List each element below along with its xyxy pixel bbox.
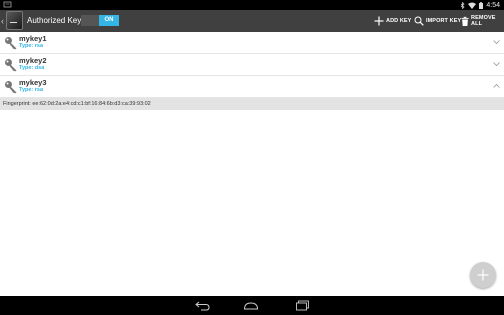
import-key-button[interactable]: IMPORT KEY: [414, 14, 461, 28]
key-icon: [5, 81, 17, 94]
list-item[interactable]: mykey1 Type: rsa: [0, 32, 504, 54]
key-list: mykey1 Type: rsa mykey2 Type: dsa mykey3…: [0, 32, 504, 296]
key-icon: [5, 59, 17, 72]
battery-icon: [479, 1, 484, 9]
search-icon: [414, 16, 424, 26]
app-icon[interactable]: [6, 11, 23, 30]
recents-icon[interactable]: [295, 299, 310, 312]
page-title: Authorized Keys: [27, 16, 86, 25]
status-time: 4:54: [486, 1, 500, 9]
key-name: mykey2: [19, 56, 47, 65]
plus-icon: [374, 16, 384, 26]
remove-all-label: REMOVE ALL: [471, 15, 496, 27]
plus-icon: [477, 269, 489, 281]
add-key-label: ADD KEY: [386, 18, 412, 24]
toggle-knob: ON: [99, 15, 119, 26]
back-icon[interactable]: [195, 299, 210, 312]
home-icon[interactable]: [243, 299, 259, 312]
wifi-icon: [468, 2, 477, 9]
navigation-bar: [0, 296, 504, 315]
chevron-down-icon[interactable]: [493, 39, 500, 45]
status-bar: 4:54: [0, 0, 504, 10]
key-type: Type: rsa: [19, 87, 44, 93]
add-key-fab[interactable]: [470, 262, 496, 288]
add-key-button[interactable]: ADD KEY: [374, 14, 411, 28]
bluetooth-icon: [461, 1, 465, 9]
up-caret-icon[interactable]: ‹: [1, 16, 4, 26]
key-fingerprint: Fingerprint: ee:62:0d:2a:e4:cd:c1:bf:16:…: [0, 98, 504, 110]
key-icon: [5, 37, 17, 50]
list-item[interactable]: mykey3 Type: rsa: [0, 76, 504, 98]
chevron-up-icon[interactable]: [493, 83, 500, 89]
enable-toggle[interactable]: ON: [81, 15, 119, 26]
list-item[interactable]: mykey2 Type: dsa: [0, 54, 504, 76]
trash-icon: [461, 16, 469, 26]
notification-icon: [3, 1, 12, 8]
remove-all-button[interactable]: REMOVE ALL: [461, 14, 504, 28]
import-key-label: IMPORT KEY: [426, 18, 462, 24]
action-bar: ‹ Authorized Keys ON ADD KEY IMPORT KEY …: [0, 10, 504, 32]
key-name: mykey3: [19, 78, 47, 87]
key-name: mykey1: [19, 34, 47, 43]
key-type: Type: rsa: [19, 43, 44, 49]
key-type: Type: dsa: [19, 65, 45, 71]
chevron-down-icon[interactable]: [493, 61, 500, 67]
